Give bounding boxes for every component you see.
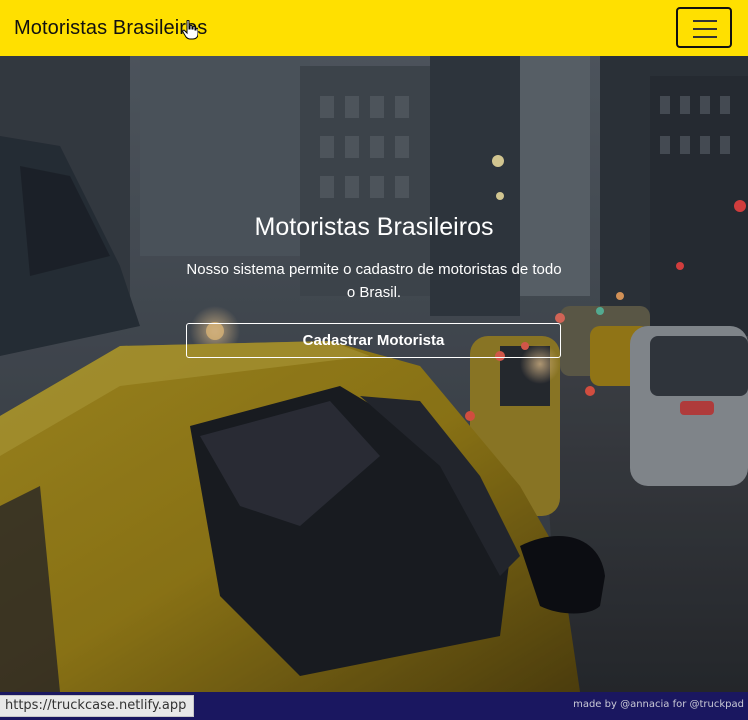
menu-bar-icon xyxy=(693,28,717,30)
hero-section: Motoristas Brasileiros Nosso sistema per… xyxy=(0,56,748,692)
footer-credit[interactable]: made by @annacia for @truckpad xyxy=(573,699,744,710)
hero-description: Nosso sistema permite o cadastro de moto… xyxy=(186,261,562,301)
hand-cursor-icon xyxy=(182,20,198,40)
register-driver-button[interactable]: Cadastrar Motorista xyxy=(186,323,561,358)
link-preview-status: https://truckcase.netlify.app xyxy=(0,695,195,717)
top-navbar: Motoristas Brasileiros xyxy=(0,0,748,56)
hero-title: Motoristas Brasileiros xyxy=(254,213,494,241)
menu-bar-icon xyxy=(693,36,717,38)
navbar-brand[interactable]: Motoristas Brasileiros xyxy=(14,17,207,40)
menu-bar-icon xyxy=(693,20,717,22)
menu-toggle-button[interactable] xyxy=(676,7,732,48)
